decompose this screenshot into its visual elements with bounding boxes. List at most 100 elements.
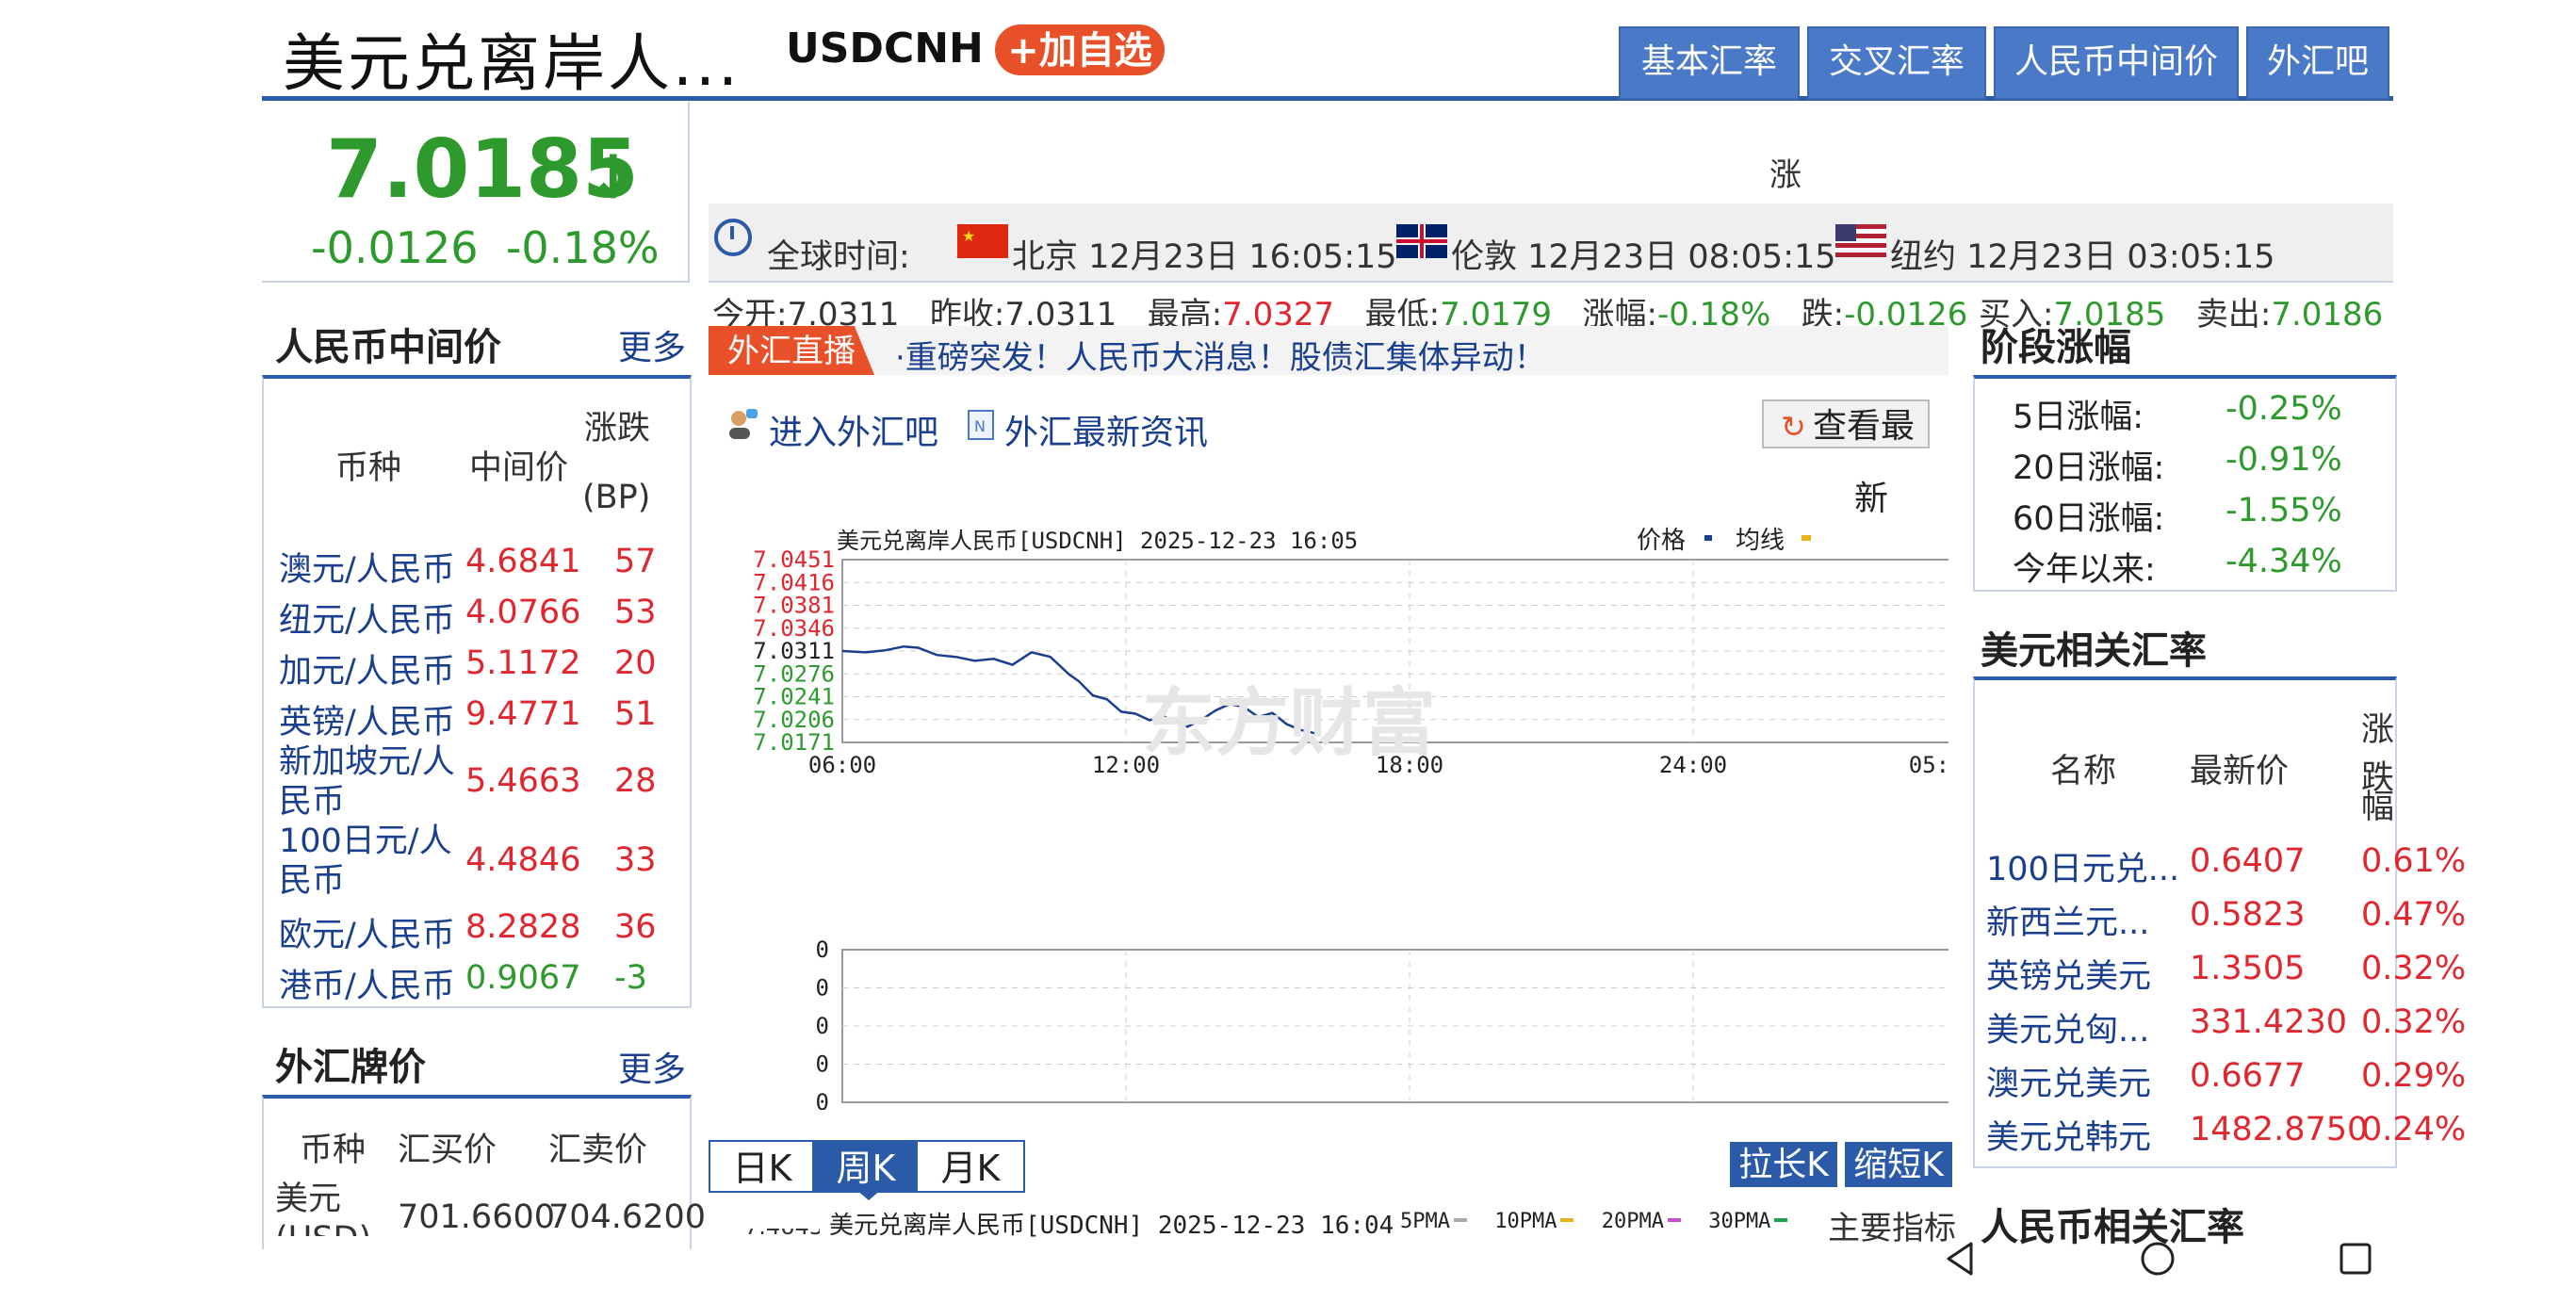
list-item[interactable]: 英镑/人民币 9.4771 51 <box>279 695 657 743</box>
list-item[interactable]: 新西兰元... 0.5823 0.47% <box>1986 896 2466 944</box>
col-latest: 最新价 <box>2190 753 2290 790</box>
tab-forex-forum[interactable]: 外汇吧 <box>2246 26 2389 100</box>
legend-ma-swatch <box>1802 535 1811 541</box>
down-arrow-icon: ↓ <box>588 143 639 213</box>
volume-tick-label: 0 <box>816 1013 829 1039</box>
add-watchlist-button[interactable]: +加自选 <box>995 24 1165 75</box>
symbol-code: USDCNH <box>786 24 984 73</box>
stretch-k-button[interactable]: 拉长K <box>1730 1142 1837 1187</box>
header: 美元兑离岸人... USDCNH +加自选 基本汇率 交叉汇率 人民币中间价 外… <box>262 0 2393 101</box>
period-title: 阶段涨幅 <box>1981 326 2131 369</box>
forex-news-link[interactable]: 外汇最新资讯 <box>1004 405 1208 454</box>
list-item[interactable]: 100日元/人 民币 4.4846 33 <box>279 822 657 901</box>
tab-cny-central-parity[interactable]: 人民币中间价 <box>1994 26 2239 100</box>
change-value: -0.0126 <box>311 222 479 273</box>
legend-price-label: 价格 <box>1637 527 1686 555</box>
clock-icon <box>714 219 752 256</box>
shrink-k-button[interactable]: 缩短K <box>1845 1142 1952 1187</box>
list-item[interactable]: 澳元/人民币 4.6841 57 <box>279 543 657 591</box>
ma10-swatch <box>1560 1218 1574 1222</box>
volume-area: 0 0 0 0 0 <box>816 937 1948 1110</box>
view-latest-label-2: 新 <box>1854 480 1889 518</box>
sell-label: 卖出: <box>2195 296 2272 334</box>
col-change: 涨跌 <box>584 410 651 448</box>
list-item[interactable]: 新加坡元/人 民币 5.4663 28 <box>279 742 657 822</box>
view-latest-label: 查看最 <box>1812 407 1915 446</box>
mid-price-table: 币种 中间价 涨跌 (BP) 澳元/人民币 4.6841 57 纽元/人民币 4.07… <box>262 375 692 1008</box>
col-buy: 汇买价 <box>398 1132 497 1169</box>
col-sell: 汇卖价 <box>548 1132 648 1169</box>
col-bp: (BP) <box>582 479 651 516</box>
system-nav-bar <box>0 1225 2576 1303</box>
list-item[interactable]: 英镑兑美元 1.3505 0.32% <box>1986 950 2466 998</box>
list-item: 今年以来: -4.34% <box>2013 543 2342 589</box>
col-change-2: 幅 <box>2361 789 2395 826</box>
svg-text:N: N <box>974 417 986 435</box>
col-currency: 币种 <box>300 1132 367 1169</box>
sell-value: 7.0186 <box>2271 296 2384 334</box>
x-tick-label: 05:59 <box>1909 752 1948 778</box>
ma20-swatch <box>1667 1218 1681 1222</box>
mid-price-more-link[interactable]: 更多 <box>618 320 686 369</box>
x-tick-label: 24:00 <box>1659 752 1727 778</box>
col-name: 名称 <box>2050 753 2117 790</box>
news-doc-icon: N <box>967 409 995 441</box>
volume-tick-label: 0 <box>816 1051 829 1078</box>
london-time: 伦敦 12月23日 08:05:15 <box>1451 238 1836 276</box>
tab-daily-k[interactable]: 日K <box>709 1140 816 1193</box>
list-item[interactable]: 美元兑韩元 1482.8750 0.24% <box>1986 1111 2466 1159</box>
rise-label: 涨 <box>1769 156 1802 194</box>
usd-related-table: 名称 最新价 涨跌 幅 100日元兑... 0.6407 0.61% 新西兰元...… <box>1973 676 2466 1168</box>
newyork-time: 纽约 12月23日 03:05:15 <box>1890 238 2275 276</box>
global-time-label: 全球时间: <box>767 238 910 276</box>
china-flag-icon: ★ <box>957 224 1008 258</box>
ma30-swatch <box>1774 1218 1788 1222</box>
global-time-bar: 全球时间: ★ 北京 12月23日 16:05:15 伦敦 12月23日 08:… <box>709 204 2393 283</box>
tab-monthly-k[interactable]: 月K <box>916 1140 1025 1193</box>
tab-basic-rate[interactable]: 基本汇率 <box>1619 26 1800 100</box>
board-title: 外汇牌价 <box>275 1046 426 1089</box>
list-item[interactable]: 纽元/人民币 4.0766 53 <box>279 594 657 642</box>
watermark: 东方财富 <box>1142 681 1436 766</box>
volume-tick-label: 0 <box>816 937 829 963</box>
recents-icon[interactable] <box>2339 1242 2372 1276</box>
list-item[interactable]: 美元兑匈... 331.4230 0.32% <box>1986 1003 2466 1051</box>
col-mid-price: 中间价 <box>469 449 569 487</box>
ma5-swatch <box>1453 1218 1467 1222</box>
us-flag-icon <box>1835 224 1886 258</box>
intraday-chart[interactable]: 美元兑离岸人民币[USDCNH] 2025-12-23 16:05 价格 均线 … <box>709 516 1948 1110</box>
active-tab-caret <box>856 1189 882 1200</box>
tab-cross-rate[interactable]: 交叉汇率 <box>1807 26 1986 100</box>
tab-weekly-k[interactable]: 周K <box>812 1140 920 1193</box>
price-box: 7.0185 ↓ -0.0126 -0.18% <box>262 102 690 283</box>
usd-related-title: 美元相关汇率 <box>1981 629 2207 673</box>
page-title: 美元兑离岸人... <box>283 27 741 100</box>
list-item[interactable]: 欧元/人民币 8.2828 36 <box>279 908 657 956</box>
view-latest-button[interactable]: ↻ 查看最 <box>1762 399 1930 448</box>
enter-forum-link[interactable]: 进入外汇吧 <box>769 405 938 454</box>
price-change: -0.0126 -0.18% <box>311 222 660 273</box>
board-more-link[interactable]: 更多 <box>618 1042 686 1091</box>
beijing-time: 北京 12月23日 16:05:15 <box>1012 238 1397 276</box>
news-headline-link[interactable]: ·重磅突发！人民币大消息！股债汇集体异动！ <box>895 332 1546 378</box>
legend-ma-label: 均线 <box>1736 527 1785 555</box>
change-percent: -0.18% <box>505 222 660 273</box>
list-item[interactable]: 加元/人民币 5.1172 20 <box>279 644 657 692</box>
list-item: 60日涨幅: -1.55% <box>2013 492 2342 538</box>
refresh-icon: ↻ <box>1781 409 1806 445</box>
period-table: 5日涨幅: -0.25% 20日涨幅: -0.91% 60日涨幅: -1.55% 今年… <box>1973 375 2397 592</box>
news-bar[interactable]: 外汇直播 ·重磅突发！人民币大消息！股债汇集体异动！ <box>709 326 1948 378</box>
x-tick-label: 06:00 <box>808 752 876 778</box>
legend-price-swatch <box>1704 535 1712 541</box>
chart-title: 美元兑离岸人民币[USDCNH] 2025-12-23 16:05 <box>837 528 1358 554</box>
uk-flag-icon <box>1396 224 1447 258</box>
list-item: 5日涨幅: -0.25% <box>2013 390 2342 436</box>
volume-tick-label: 0 <box>816 975 829 1002</box>
list-item[interactable]: 港币/人民币 0.9067 -3 <box>279 959 647 1007</box>
list-item[interactable]: 100日元兑... 0.6407 0.61% <box>1986 842 2466 890</box>
col-currency: 币种 <box>335 449 402 487</box>
back-icon[interactable] <box>1943 1240 1977 1278</box>
home-icon[interactable] <box>2139 1240 2177 1278</box>
list-item[interactable]: 澳元兑美元 0.6677 0.29% <box>1986 1057 2466 1105</box>
list-item: 20日涨幅: -0.91% <box>2013 441 2342 487</box>
